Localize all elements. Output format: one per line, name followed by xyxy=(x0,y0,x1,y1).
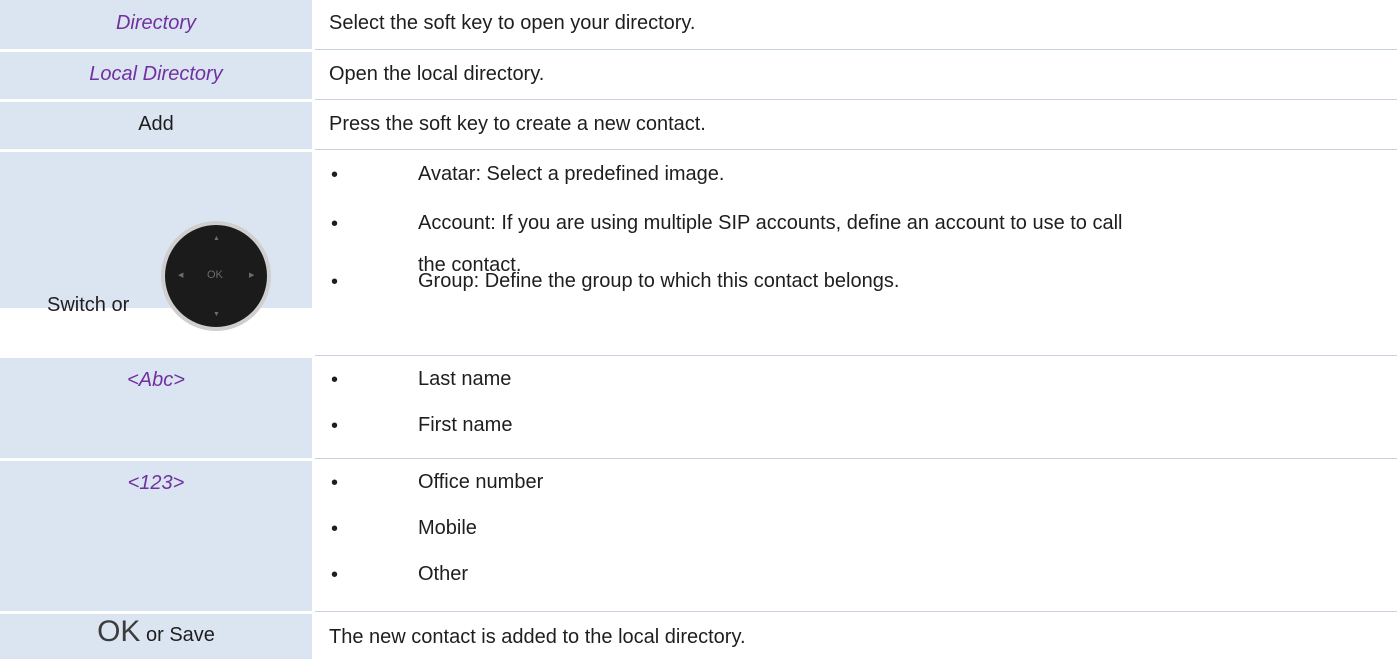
bullet-icon: • xyxy=(331,564,339,586)
directory-softkey-label: Directory xyxy=(115,12,196,34)
add-softkey-label: Add xyxy=(138,113,174,135)
bullet-text: Office number xyxy=(418,471,544,493)
bullet-icon: • xyxy=(331,472,339,494)
nav-down-arrow-icon: ▼ xyxy=(213,311,220,318)
or-save-text: or Save xyxy=(145,624,215,646)
instruction-table: Directory Select the soft key to open yo… xyxy=(0,0,1397,659)
bullet-text: Last name xyxy=(418,368,512,390)
row-description: The new contact is added to the local di… xyxy=(329,626,746,648)
bullet-text: First name xyxy=(418,414,513,436)
row-divider xyxy=(0,99,312,102)
row-divider xyxy=(0,49,312,52)
row-description: Select the soft key to open your directo… xyxy=(329,12,696,34)
table-row: Local Directory Open the local directory… xyxy=(0,50,1397,100)
bullet-icon: • xyxy=(331,271,339,293)
row-description: Press the soft key to create a new conta… xyxy=(329,113,706,135)
bullet-icon: • xyxy=(331,164,339,186)
row-divider xyxy=(315,99,1397,100)
table-row: Add Press the soft key to create a new c… xyxy=(0,100,1397,150)
row-divider xyxy=(0,458,312,461)
row-divider xyxy=(315,355,1397,356)
bullet-text: Avatar: Select a predefined image. xyxy=(418,163,725,185)
bullet-icon: • xyxy=(331,369,339,391)
nav-up-arrow-icon: ▲ xyxy=(213,235,220,242)
bullet-text: Other xyxy=(418,563,469,585)
bullet-icon: • xyxy=(331,518,339,540)
ok-or-save-label: OK or Save xyxy=(0,615,312,649)
nav-left-arrow-icon: ◀ xyxy=(178,272,184,279)
row-divider xyxy=(315,149,1397,150)
navigation-key-icon: ▲ ▼ ◀ ▶ OK xyxy=(161,221,271,331)
row-divider xyxy=(315,611,1397,612)
table-row: Directory Select the soft key to open yo… xyxy=(0,0,1397,50)
row-divider xyxy=(315,49,1397,50)
ok-key-glyph: OK xyxy=(97,615,141,648)
abc-key-label: <Abc> xyxy=(127,369,185,391)
bullet-icon: • xyxy=(331,415,339,437)
nav-ok-label: OK xyxy=(207,269,223,281)
bullet-text: Account: If you are using multiple SIP a… xyxy=(418,212,1123,234)
row-divider xyxy=(315,458,1397,459)
row-divider xyxy=(0,611,312,614)
bullet-icon: • xyxy=(331,213,339,235)
nav-right-arrow-icon: ▶ xyxy=(249,272,255,279)
bullet-text: Group: Define the group to which this co… xyxy=(418,270,900,292)
switch-or-label: Switch or xyxy=(47,294,130,316)
row-description: Open the local directory. xyxy=(329,63,545,85)
table-row: <Abc> • Last name • First name xyxy=(0,356,1397,459)
row-divider xyxy=(0,355,312,358)
row-divider xyxy=(0,149,312,152)
table-row: OK or Save The new contact is added to t… xyxy=(0,613,1397,659)
bullet-text: Mobile xyxy=(418,517,477,539)
local-directory-label: Local Directory xyxy=(89,63,223,85)
table-row: <123> • Office number • Mobile • Other xyxy=(0,459,1397,613)
numeric-key-label: <123> xyxy=(127,472,185,494)
